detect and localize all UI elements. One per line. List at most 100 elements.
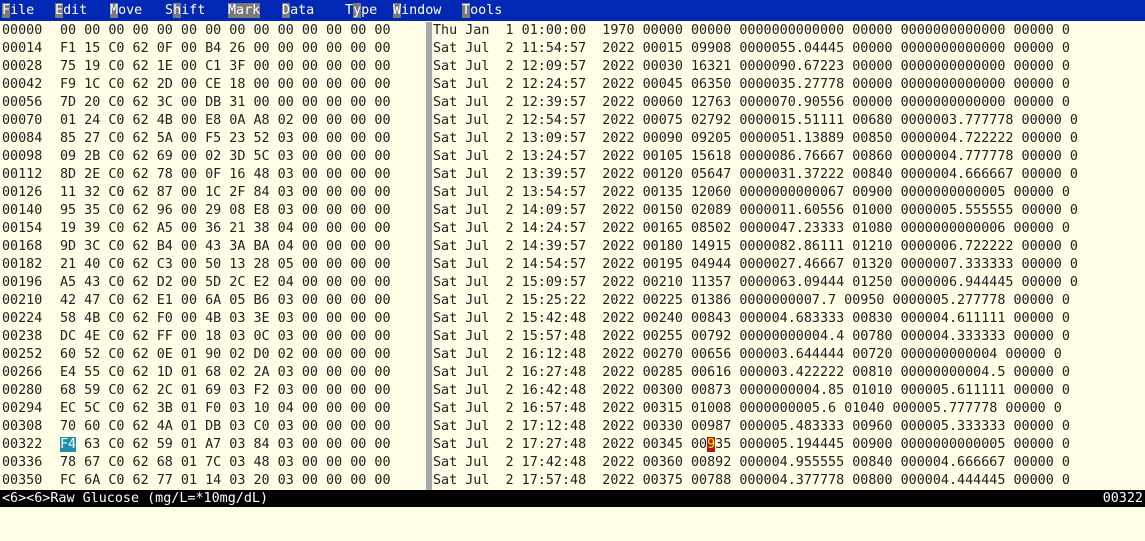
hex-row[interactable]: 00000 00 00 00 00 00 00 00 00 00 00 00 00… <box>0 22 1145 40</box>
row-decoded-fields[interactable]: Sat Jul 2 17:27:48 2022 00345 00935 0000… <box>433 436 1145 454</box>
row-hex-bytes[interactable]: 19 39 C0 62 A5 00 36 21 38 04 00 00 00 0… <box>60 220 424 238</box>
row-decoded-fields[interactable]: Sat Jul 2 12:09:57 2022 00030 16321 0000… <box>433 58 1145 76</box>
row-decoded-fields[interactable]: Thu Jan 1 01:00:00 1970 00000 00000 0000… <box>433 22 1145 40</box>
row-hex-bytes[interactable]: 70 60 C0 62 4A 01 DB 03 C0 03 00 00 00 0… <box>60 418 424 436</box>
row-hex-bytes[interactable]: DC 4E C0 62 FF 00 18 03 0C 03 00 00 00 0… <box>60 328 424 346</box>
row-hex-bytes[interactable]: 01 24 C0 62 4B 00 E8 0A A8 02 00 00 00 0… <box>60 112 424 130</box>
hex-row[interactable]: 00336 78 67 C0 62 68 01 7C 03 48 03 00 00… <box>0 454 1145 472</box>
menu-item-tools[interactable]: Tools <box>462 0 502 21</box>
cursor-decoded-char[interactable]: 9 <box>707 437 716 452</box>
row-hex-bytes[interactable]: 75 19 C0 62 1E 00 C1 3F 00 00 00 00 00 0… <box>60 58 424 76</box>
hex-row[interactable]: 00210 42 47 C0 62 E1 00 6A 05 B6 03 00 00… <box>0 292 1145 310</box>
menu-item-shift[interactable]: Shift <box>165 0 205 21</box>
hex-row[interactable]: 00280 68 59 C0 62 2C 01 69 03 F2 03 00 00… <box>0 382 1145 400</box>
hex-row[interactable]: 00014 F1 15 C0 62 0F 00 B4 26 00 00 00 00… <box>0 40 1145 58</box>
row-hex-bytes[interactable]: 60 52 C0 62 0E 01 90 02 D0 02 00 00 00 0… <box>60 346 424 364</box>
row-decoded-fields[interactable]: Sat Jul 2 17:12:48 2022 00330 00987 0000… <box>433 418 1145 436</box>
row-hex-bytes[interactable]: 11 32 C0 62 87 00 1C 2F 84 03 00 00 00 0… <box>60 184 424 202</box>
row-hex-bytes[interactable]: 00 00 00 00 00 00 00 00 00 00 00 00 00 0… <box>60 22 424 40</box>
row-hex-bytes[interactable]: 58 4B C0 62 F0 00 4B 03 3E 03 00 00 00 0… <box>60 310 424 328</box>
hex-row[interactable]: 00112 8D 2E C0 62 78 00 0F 16 48 03 00 00… <box>0 166 1145 184</box>
row-offset: 00056 <box>2 95 43 110</box>
hex-row[interactable]: 00224 58 4B C0 62 F0 00 4B 03 3E 03 00 00… <box>0 310 1145 328</box>
row-decoded-fields[interactable]: Sat Jul 2 12:39:57 2022 00060 12763 0000… <box>433 94 1145 112</box>
hex-row[interactable]: 00294 EC 5C C0 62 3B 01 F0 03 10 04 00 00… <box>0 400 1145 418</box>
menu-item-file[interactable]: File <box>2 0 34 21</box>
row-hex-bytes[interactable]: F9 1C C0 62 2D 00 CE 18 00 00 00 00 00 0… <box>60 76 424 94</box>
row-decoded-fields[interactable]: Sat Jul 2 14:54:57 2022 00195 04944 0000… <box>433 256 1145 274</box>
row-decoded-fields[interactable]: Sat Jul 2 17:57:48 2022 00375 00788 0000… <box>433 472 1145 490</box>
hex-row[interactable]: 00042 F9 1C C0 62 2D 00 CE 18 00 00 00 00… <box>0 76 1145 94</box>
hex-row[interactable]: 00056 7D 20 C0 62 3C 00 DB 31 00 00 00 00… <box>0 94 1145 112</box>
row-hex-bytes[interactable]: E4 55 C0 62 1D 01 68 02 2A 03 00 00 00 0… <box>60 364 424 382</box>
row-decoded-fields[interactable]: Sat Jul 2 13:24:57 2022 00105 15618 0000… <box>433 148 1145 166</box>
row-decoded-fields[interactable]: Sat Jul 2 13:09:57 2022 00090 09205 0000… <box>433 130 1145 148</box>
hex-row[interactable]: 00322 F4 63 C0 62 59 01 A7 03 84 03 00 00… <box>0 436 1145 454</box>
row-decoded-fields[interactable]: Sat Jul 2 14:24:57 2022 00165 08502 0000… <box>433 220 1145 238</box>
row-hex-bytes[interactable]: F1 15 C0 62 0F 00 B4 26 00 00 00 00 00 0… <box>60 40 424 58</box>
hex-row[interactable]: 00308 70 60 C0 62 4A 01 DB 03 C0 03 00 00… <box>0 418 1145 436</box>
row-hex-bytes[interactable]: EC 5C C0 62 3B 01 F0 03 10 04 00 00 00 0… <box>60 400 424 418</box>
row-hex-bytes[interactable]: 85 27 C0 62 5A 00 F5 23 52 03 00 00 00 0… <box>60 130 424 148</box>
row-hex-bytes[interactable]: 7D 20 C0 62 3C 00 DB 31 00 00 00 00 00 0… <box>60 94 424 112</box>
hex-row[interactable]: 00140 95 35 C0 62 96 00 29 08 E8 03 00 00… <box>0 202 1145 220</box>
hex-row[interactable]: 00182 21 40 C0 62 C3 00 50 13 28 05 00 00… <box>0 256 1145 274</box>
cursor-hex-byte[interactable]: F4 <box>60 437 77 452</box>
hex-row[interactable]: 00196 A5 43 C0 62 D2 00 5D 2C E2 04 00 00… <box>0 274 1145 292</box>
row-decoded-fields[interactable]: Sat Jul 2 13:39:57 2022 00120 05647 0000… <box>433 166 1145 184</box>
hex-row[interactable]: 00350 FC 6A C0 62 77 01 14 03 20 03 00 00… <box>0 472 1145 490</box>
row-offset: 00042 <box>2 77 43 92</box>
hex-row[interactable]: 00154 19 39 C0 62 A5 00 36 21 38 04 00 00… <box>0 220 1145 238</box>
menu-item-mark[interactable]: Mark <box>228 0 261 21</box>
row-decoded-fields[interactable]: Sat Jul 2 11:54:57 2022 00015 09908 0000… <box>433 40 1145 58</box>
row-offset: 00266 <box>2 365 43 380</box>
row-offset: 00224 <box>2 311 43 326</box>
row-hex-bytes[interactable]: 21 40 C0 62 C3 00 50 13 28 05 00 00 00 0… <box>60 256 424 274</box>
row-offset: 00084 <box>2 131 43 146</box>
row-decoded-fields[interactable]: Sat Jul 2 15:57:48 2022 00255 00792 0000… <box>433 328 1145 346</box>
row-decoded-fields[interactable]: Sat Jul 2 14:09:57 2022 00150 02089 0000… <box>433 202 1145 220</box>
row-hex-bytes[interactable]: F4 63 C0 62 59 01 A7 03 84 03 00 00 00 0… <box>60 436 424 454</box>
menu-item-data[interactable]: Data <box>282 0 314 21</box>
row-hex-bytes[interactable]: FC 6A C0 62 77 01 14 03 20 03 00 00 00 0… <box>60 472 424 490</box>
row-hex-bytes[interactable]: 95 35 C0 62 96 00 29 08 E8 03 00 00 00 0… <box>60 202 424 220</box>
row-offset: 00350 <box>2 473 43 488</box>
status-field-description: <6><6>Raw Glucose (mg/L=*10mg/dL) <box>2 491 269 506</box>
row-offset: 00280 <box>2 383 43 398</box>
hex-row[interactable]: 00126 11 32 C0 62 87 00 1C 2F 84 03 00 00… <box>0 184 1145 202</box>
menu-item-edit[interactable]: Edit <box>55 0 87 21</box>
hex-row[interactable]: 00084 85 27 C0 62 5A 00 F5 23 52 03 00 00… <box>0 130 1145 148</box>
row-decoded-fields[interactable]: Sat Jul 2 14:39:57 2022 00180 14915 0000… <box>433 238 1145 256</box>
row-decoded-fields[interactable]: Sat Jul 2 16:12:48 2022 00270 00656 0000… <box>433 346 1145 364</box>
row-decoded-fields[interactable]: Sat Jul 2 16:42:48 2022 00300 00873 0000… <box>433 382 1145 400</box>
row-decoded-fields[interactable]: Sat Jul 2 15:25:22 2022 00225 01386 0000… <box>433 292 1145 310</box>
menu-item-move[interactable]: Move <box>110 0 142 21</box>
row-hex-bytes[interactable]: 8D 2E C0 62 78 00 0F 16 48 03 00 00 00 0… <box>60 166 424 184</box>
hex-row[interactable]: 00098 09 2B C0 62 69 00 02 3D 5C 03 00 00… <box>0 148 1145 166</box>
hex-row[interactable]: 00028 75 19 C0 62 1E 00 C1 3F 00 00 00 00… <box>0 58 1145 76</box>
row-decoded-fields[interactable]: Sat Jul 2 12:24:57 2022 00045 06350 0000… <box>433 76 1145 94</box>
row-offset: 00014 <box>2 41 43 56</box>
hex-row[interactable]: 00168 9D 3C C0 62 B4 00 43 3A BA 04 00 00… <box>0 238 1145 256</box>
row-hex-bytes[interactable]: 78 67 C0 62 68 01 7C 03 48 03 00 00 00 0… <box>60 454 424 472</box>
row-decoded-fields[interactable]: Sat Jul 2 16:27:48 2022 00285 00616 0000… <box>433 364 1145 382</box>
row-hex-bytes[interactable]: 42 47 C0 62 E1 00 6A 05 B6 03 00 00 00 0… <box>60 292 424 310</box>
row-offset: 00168 <box>2 239 43 254</box>
row-hex-bytes[interactable]: A5 43 C0 62 D2 00 5D 2C E2 04 00 00 00 0… <box>60 274 424 292</box>
row-decoded-fields[interactable]: Sat Jul 2 13:54:57 2022 00135 12060 0000… <box>433 184 1145 202</box>
row-hex-bytes[interactable]: 09 2B C0 62 69 00 02 3D 5C 03 00 00 00 0… <box>60 148 424 166</box>
row-decoded-fields[interactable]: Sat Jul 2 16:57:48 2022 00315 01008 0000… <box>433 400 1145 418</box>
row-decoded-fields[interactable]: Sat Jul 2 17:42:48 2022 00360 00892 0000… <box>433 454 1145 472</box>
row-hex-bytes[interactable]: 68 59 C0 62 2C 01 69 03 F2 03 00 00 00 0… <box>60 382 424 400</box>
hex-row[interactable]: 00266 E4 55 C0 62 1D 01 68 02 2A 03 00 00… <box>0 364 1145 382</box>
row-decoded-fields[interactable]: Sat Jul 2 15:09:57 2022 00210 11357 0000… <box>433 274 1145 292</box>
menu-bar: File Edit Move Shift Mark Data Type Window Tools <box>0 0 1145 21</box>
menu-item-type[interactable]: Type <box>345 0 377 21</box>
hex-row[interactable]: 00238 DC 4E C0 62 FF 00 18 03 0C 03 00 00… <box>0 328 1145 346</box>
hex-row[interactable]: 00252 60 52 C0 62 0E 01 90 02 D0 02 00 00… <box>0 346 1145 364</box>
menu-item-window[interactable]: Window <box>393 0 441 21</box>
row-hex-bytes[interactable]: 9D 3C C0 62 B4 00 43 3A BA 04 00 00 00 0… <box>60 238 424 256</box>
row-decoded-fields[interactable]: Sat Jul 2 12:54:57 2022 00075 02792 0000… <box>433 112 1145 130</box>
row-decoded-fields[interactable]: Sat Jul 2 15:42:48 2022 00240 00843 0000… <box>433 310 1145 328</box>
hex-row[interactable]: 00070 01 24 C0 62 4B 00 E8 0A A8 02 00 00… <box>0 112 1145 130</box>
